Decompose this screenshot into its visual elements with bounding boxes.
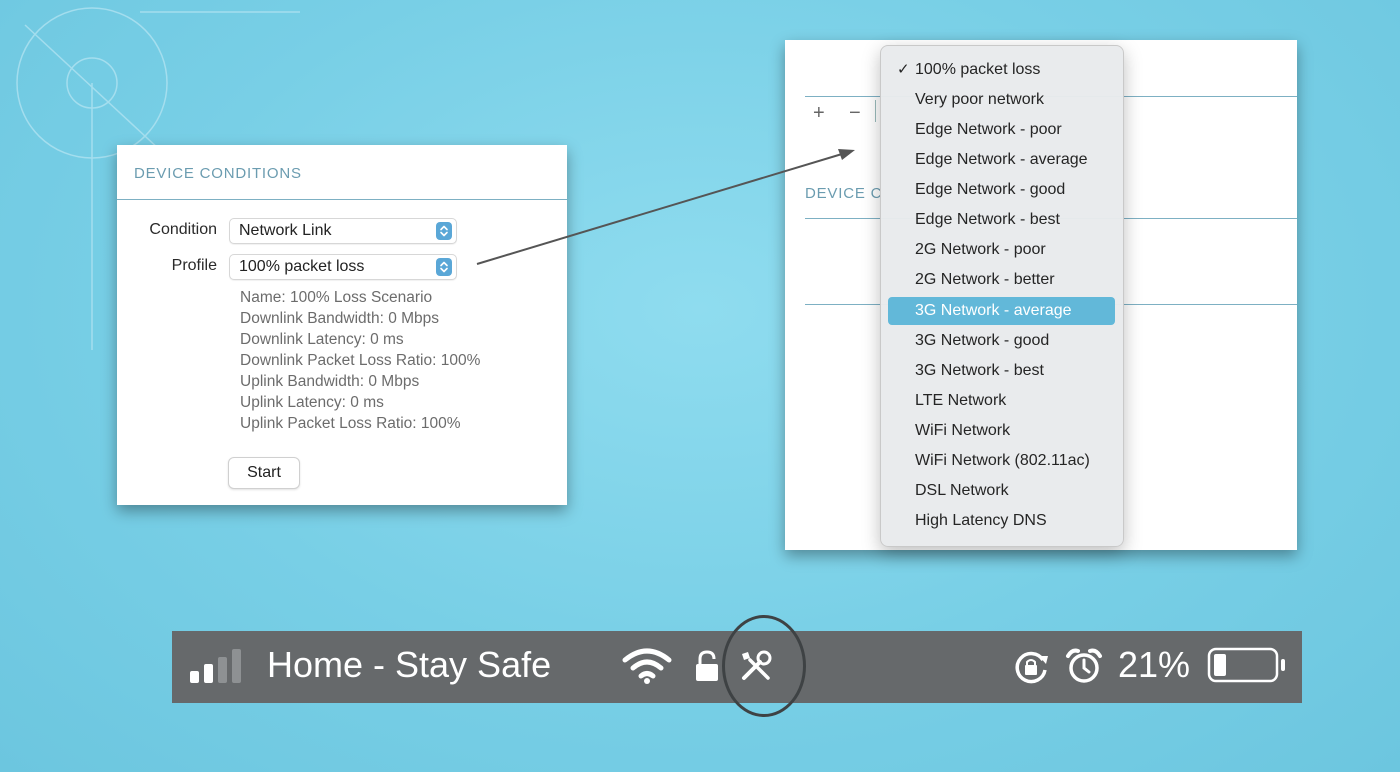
profile-detail-downlink-loss: Downlink Packet Loss Ratio: 100% bbox=[240, 352, 481, 369]
signal-icon bbox=[190, 649, 241, 683]
tools-highlight-circle bbox=[722, 615, 806, 717]
lock-icon bbox=[696, 650, 718, 681]
dropdown-option[interactable]: WiFi Network (802.11ac) bbox=[888, 447, 1115, 475]
dropdown-option[interactable]: Very poor network bbox=[888, 86, 1115, 114]
profile-select[interactable]: 100% packet loss bbox=[229, 254, 457, 280]
battery-icon bbox=[1207, 647, 1285, 683]
condition-select[interactable]: Network Link bbox=[229, 218, 457, 244]
add-button[interactable]: + bbox=[813, 102, 825, 125]
profile-detail-uplink-loss: Uplink Packet Loss Ratio: 100% bbox=[240, 415, 461, 432]
profile-dropdown-menu[interactable]: ✓ 100% packet loss Very poor network Edg… bbox=[880, 45, 1124, 547]
battery-percent: 21% bbox=[1118, 644, 1191, 685]
dropdown-option[interactable]: Edge Network - good bbox=[888, 176, 1115, 204]
dropdown-option[interactable]: LTE Network bbox=[888, 387, 1115, 415]
condition-value: Network Link bbox=[239, 222, 332, 239]
dropdown-option[interactable]: 2G Network - poor bbox=[888, 236, 1115, 264]
dropdown-option-highlighted[interactable]: 3G Network - average bbox=[888, 297, 1115, 325]
dropdown-option[interactable]: DSL Network bbox=[888, 477, 1115, 505]
select-stepper-icon bbox=[436, 222, 452, 240]
remove-button[interactable]: − bbox=[849, 102, 861, 125]
profile-detail-downlink-bandwidth: Downlink Bandwidth: 0 Mbps bbox=[240, 310, 440, 327]
carrier-title: Home - Stay Safe bbox=[267, 644, 552, 685]
alarm-icon bbox=[1066, 648, 1102, 683]
profile-detail-downlink-latency: Downlink Latency: 0 ms bbox=[240, 331, 404, 348]
title-divider bbox=[117, 199, 567, 200]
dropdown-option[interactable]: ✓ 100% packet loss bbox=[888, 56, 1115, 84]
battery-level-fill bbox=[1214, 654, 1226, 676]
profile-label: Profile bbox=[171, 257, 217, 274]
dropdown-option[interactable]: 2G Network - better bbox=[888, 266, 1115, 294]
dropdown-option[interactable]: Edge Network - best bbox=[888, 206, 1115, 234]
profile-detail-uplink-latency: Uplink Latency: 0 ms bbox=[240, 394, 384, 411]
condition-label: Condition bbox=[149, 221, 217, 238]
device-conditions-panel: DEVICE CONDITIONS Condition Network Link… bbox=[117, 145, 567, 505]
profile-detail-uplink-bandwidth: Uplink Bandwidth: 0 Mbps bbox=[240, 373, 420, 390]
toolbar-separator bbox=[875, 100, 876, 122]
dropdown-option[interactable]: Edge Network - poor bbox=[888, 116, 1115, 144]
profile-detail-name: Name: 100% Loss Scenario bbox=[240, 289, 433, 306]
section-title-partial: DEVICE C bbox=[805, 185, 883, 202]
dropdown-option[interactable]: Edge Network - average bbox=[888, 146, 1115, 174]
dropdown-option[interactable]: 3G Network - good bbox=[888, 327, 1115, 355]
checkmark-icon: ✓ bbox=[897, 61, 910, 78]
start-button[interactable]: Start bbox=[228, 457, 300, 489]
select-stepper-icon bbox=[436, 258, 452, 276]
dropdown-option[interactable]: WiFi Network bbox=[888, 417, 1115, 445]
profile-value: 100% packet loss bbox=[239, 258, 365, 275]
section-title: DEVICE CONDITIONS bbox=[134, 165, 302, 182]
dropdown-option[interactable]: 3G Network - best bbox=[888, 357, 1115, 385]
rotation-lock-icon bbox=[1015, 651, 1048, 684]
dropdown-option[interactable]: High Latency DNS bbox=[888, 507, 1115, 535]
wifi-icon bbox=[622, 648, 672, 684]
